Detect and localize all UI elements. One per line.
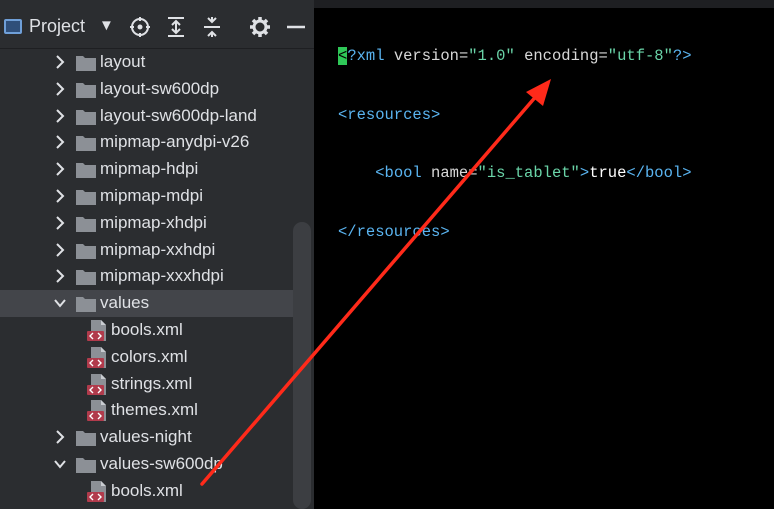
minimize-icon[interactable] <box>286 16 306 38</box>
tree-folder-row[interactable]: mipmap-xxhdpi <box>0 237 293 264</box>
tree-folder-row[interactable]: mipmap-mdpi <box>0 183 293 210</box>
tree-folder-row[interactable]: values-sw600dp <box>0 451 293 478</box>
tree-folder-row[interactable]: values <box>0 290 293 318</box>
tree-item-label: themes.xml <box>111 400 198 420</box>
xml-declaration: ?xml <box>347 47 394 65</box>
code-line-2: <resources> <box>338 106 692 126</box>
xml-file-icon <box>87 400 106 422</box>
code-content[interactable]: <?xml version="1.0" encoding="utf-8"?> <… <box>338 8 692 281</box>
code-line-3: <bool name="is_tablet">true</bool> <box>338 164 692 184</box>
tree-item-label: strings.xml <box>111 373 193 393</box>
project-window-icon[interactable] <box>4 19 22 34</box>
crosshair-icon[interactable] <box>129 16 151 38</box>
tree-file-row[interactable]: bools.xml <box>0 478 293 505</box>
folder-icon <box>76 431 96 447</box>
gear-icon[interactable] <box>249 16 271 38</box>
tree-item-label: mipmap-xhdpi <box>100 212 207 232</box>
tree-file-row[interactable]: themes.xml <box>0 397 293 424</box>
xml-file-icon <box>87 346 106 368</box>
tree-item-label: mipmap-anydpi-v26 <box>100 132 250 152</box>
xml-tag-bool-close: </bool> <box>626 164 692 182</box>
tree-item-label: layout-sw600dp <box>100 78 220 98</box>
tree-folder-row[interactable]: mipmap-xxxhdpi <box>0 263 293 290</box>
tree-folder-row[interactable]: layout-sw600dp <box>0 76 293 103</box>
chevron-right-icon[interactable] <box>52 429 68 445</box>
xml-attr-version: version= <box>393 47 469 65</box>
tree-file-row[interactable]: colors.xml <box>0 344 293 371</box>
xml-declaration-end: ?> <box>672 47 692 65</box>
project-toolbar: Project ▼ <box>0 8 314 48</box>
tree-folder-row[interactable]: values-night <box>0 424 293 451</box>
tree-item-label: values <box>100 293 150 313</box>
folder-icon <box>76 297 96 313</box>
tree-folder-row[interactable]: layout <box>0 49 293 76</box>
chevron-right-icon[interactable] <box>52 81 68 97</box>
tree-item-label: layout-sw600dp-land <box>100 105 257 125</box>
folder-icon <box>76 56 96 71</box>
chevron-right-icon[interactable] <box>52 161 68 177</box>
code-line-1: <?xml version="1.0" encoding="utf-8"?> <box>338 47 692 67</box>
collapse-all-icon[interactable] <box>201 16 223 38</box>
folder-icon <box>76 82 96 98</box>
tree-item-label: mipmap-xxhdpi <box>100 239 216 259</box>
folder-icon <box>76 458 96 473</box>
xml-file-icon <box>87 320 106 341</box>
xml-attr-name: name= <box>431 164 478 182</box>
chevron-down-icon[interactable]: ▼ <box>99 17 114 34</box>
xml-attr-encoding: encoding= <box>524 47 608 65</box>
tree-item-label: colors.xml <box>111 346 188 366</box>
project-panel: Project ▼ layout layout-sw600dp layout-s… <box>0 0 314 509</box>
chevron-down-icon[interactable] <box>52 456 68 472</box>
folder-icon <box>76 163 96 179</box>
expand-all-icon[interactable] <box>165 16 187 38</box>
folder-icon <box>76 243 96 259</box>
tree-item-label: values-sw600dp <box>100 454 223 473</box>
chevron-right-icon[interactable] <box>52 215 68 231</box>
xml-text-true: true <box>589 164 627 182</box>
tree-scrollbar[interactable] <box>293 222 311 509</box>
tree-folder-row[interactable]: mipmap-hdpi <box>0 156 293 183</box>
folder-icon <box>76 190 96 205</box>
xml-value-version: "1.0" <box>468 47 515 65</box>
xml-file-icon <box>87 373 106 395</box>
xml-file-icon <box>87 480 106 502</box>
folder-icon <box>76 270 96 286</box>
tree-item-label: mipmap-xxxhdpi <box>100 266 224 286</box>
project-title[interactable]: Project <box>29 16 85 37</box>
tree-folder-row[interactable]: mipmap-anydpi-v26 <box>0 129 293 156</box>
xml-value-encoding: "utf-8" <box>607 47 673 65</box>
xml-value-is-tablet: "is_tablet" <box>477 164 580 182</box>
tree-folder-row[interactable]: layout-sw600dp-land <box>0 103 293 130</box>
code-line-4: </resources> <box>338 223 692 243</box>
editor-tab-strip <box>314 0 774 8</box>
tree-item-label: values-night <box>100 427 192 447</box>
tree-file-row[interactable]: bools.xml <box>0 317 293 344</box>
tree-item-label: mipmap-hdpi <box>100 159 199 179</box>
chevron-right-icon[interactable] <box>52 108 68 124</box>
tree-item-label: bools.xml <box>111 480 183 500</box>
xml-tag-bracket: > <box>579 164 590 182</box>
chevron-right-icon[interactable] <box>52 268 68 284</box>
folder-icon <box>76 216 96 232</box>
xml-tag-bool-open: <bool <box>375 164 432 182</box>
xml-tag-resources-close: </resources> <box>338 222 450 241</box>
chevron-right-icon[interactable] <box>52 54 68 70</box>
folder-icon <box>76 136 96 152</box>
chevron-right-icon[interactable] <box>52 188 68 204</box>
tree-folder-row[interactable]: mipmap-xhdpi <box>0 210 293 237</box>
chevron-right-icon[interactable] <box>52 134 68 150</box>
text-cursor: < <box>338 47 348 65</box>
folder-icon <box>76 109 96 125</box>
tree-item-label: layout <box>100 52 146 71</box>
code-editor[interactable]: <?xml version="1.0" encoding="utf-8"?> <… <box>314 0 774 509</box>
tree-item-label: mipmap-mdpi <box>100 186 203 205</box>
chevron-right-icon[interactable] <box>52 242 68 258</box>
chevron-down-icon[interactable] <box>52 295 68 311</box>
xml-tag-resources-open: <resources> <box>338 105 441 124</box>
tree-file-row[interactable]: strings.xml <box>0 371 293 398</box>
tree-item-label: bools.xml <box>111 320 183 339</box>
